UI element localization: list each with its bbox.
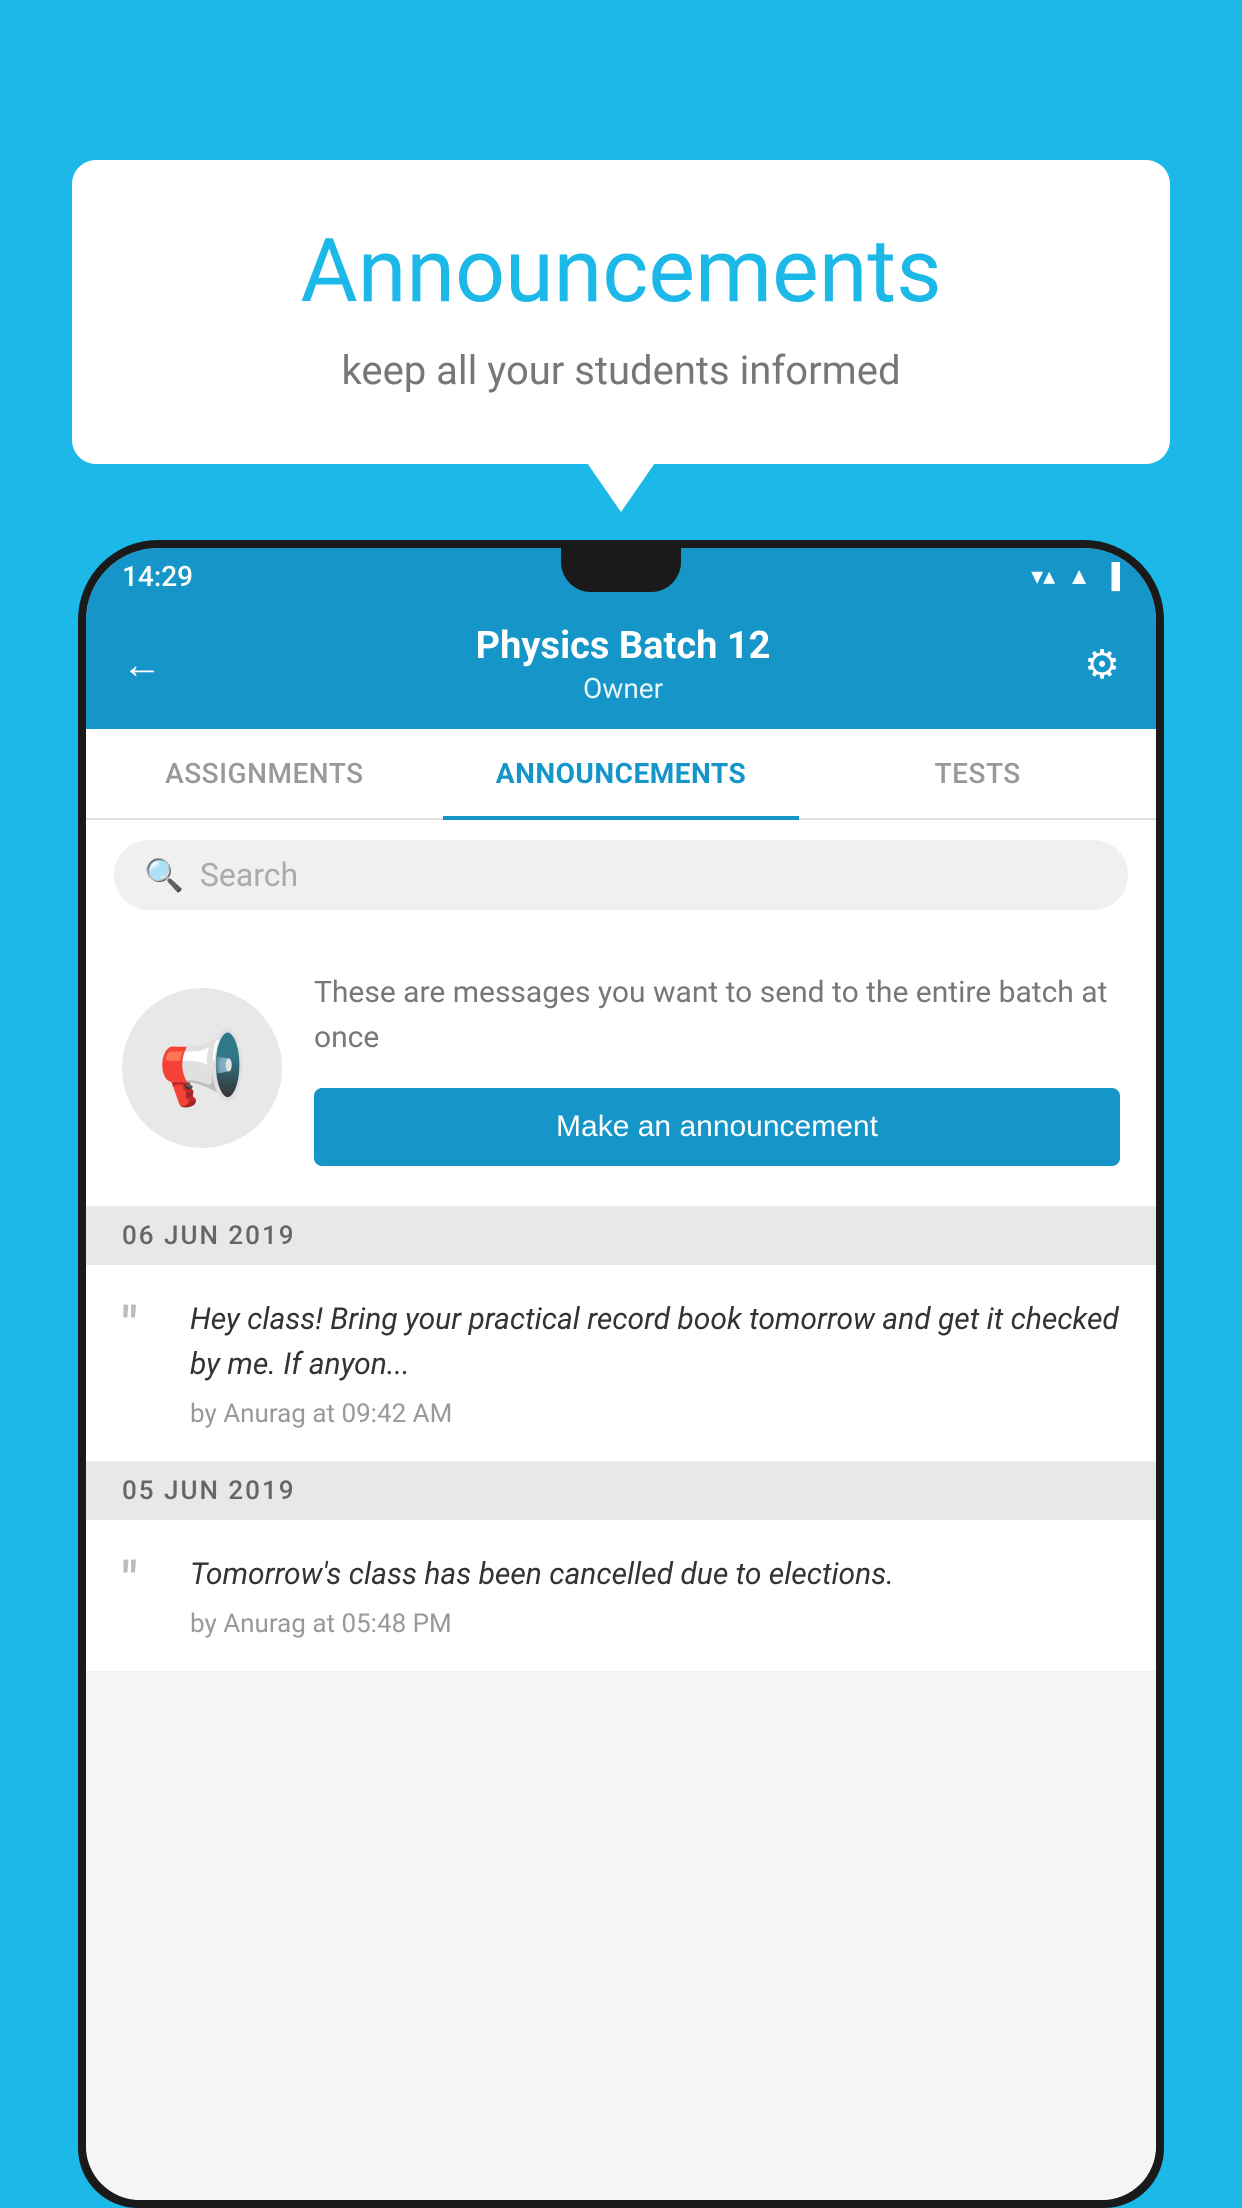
signal-icon: ▲ (1067, 562, 1091, 591)
tab-announcements[interactable]: ANNOUNCEMENTS (443, 729, 800, 818)
search-placeholder: Search (200, 856, 298, 894)
quote-icon-1: " (122, 1301, 162, 1349)
tab-assignments[interactable]: ASSIGNMENTS (86, 729, 443, 818)
megaphone-circle: 📢 (122, 988, 282, 1148)
speech-bubble: Announcements keep all your students inf… (72, 160, 1170, 464)
promo-description: These are messages you want to send to t… (314, 970, 1120, 1060)
date-separator-2: 05 JUN 2019 (86, 1462, 1156, 1520)
search-bar[interactable]: 🔍 Search (114, 840, 1128, 910)
back-button[interactable]: ← (122, 641, 162, 688)
phone-mockup: 14:29 ▾▴ ▲ ▐ ← Physics Batch 12 Owner ⚙ (78, 540, 1164, 2208)
announcement-content-1: Hey class! Bring your practical record b… (190, 1297, 1120, 1429)
header-title: Physics Batch 12 (476, 624, 771, 668)
header-subtitle: Owner (476, 672, 771, 705)
header-center: Physics Batch 12 Owner (476, 624, 771, 705)
announcement-meta-2: by Anurag at 05:48 PM (190, 1609, 1120, 1639)
announcement-text-2: Tomorrow's class has been cancelled due … (190, 1552, 1120, 1597)
announcement-meta-1: by Anurag at 09:42 AM (190, 1399, 1120, 1429)
date-separator-1: 06 JUN 2019 (86, 1207, 1156, 1265)
battery-icon: ▐ (1103, 562, 1120, 591)
announcement-text-1: Hey class! Bring your practical record b… (190, 1297, 1120, 1387)
status-bar: 14:29 ▾▴ ▲ ▐ (86, 548, 1156, 604)
status-icons: ▾▴ ▲ ▐ (1031, 562, 1120, 591)
tab-tests[interactable]: TESTS (799, 729, 1156, 818)
bubble-subtitle: keep all your students informed (152, 347, 1090, 394)
notch (561, 548, 681, 592)
phone-inner: 14:29 ▾▴ ▲ ▐ ← Physics Batch 12 Owner ⚙ (86, 548, 1156, 2200)
content-area: 🔍 Search 📢 These are messages you want t… (86, 820, 1156, 2200)
make-announcement-button[interactable]: Make an announcement (314, 1088, 1120, 1166)
wifi-icon: ▾▴ (1031, 562, 1055, 590)
settings-icon[interactable]: ⚙ (1084, 641, 1120, 688)
announcement-content-2: Tomorrow's class has been cancelled due … (190, 1552, 1120, 1639)
megaphone-icon: 📢 (157, 1026, 247, 1111)
search-icon: 🔍 (144, 856, 184, 894)
bubble-title: Announcements (152, 220, 1090, 323)
announcement-item-1[interactable]: " Hey class! Bring your practical record… (86, 1265, 1156, 1462)
speech-bubble-container: Announcements keep all your students inf… (72, 160, 1170, 464)
announcement-item-2[interactable]: " Tomorrow's class has been cancelled du… (86, 1520, 1156, 1672)
promo-right: These are messages you want to send to t… (314, 970, 1120, 1166)
promo-card: 📢 These are messages you want to send to… (86, 930, 1156, 1207)
status-time: 14:29 (122, 560, 193, 593)
search-container: 🔍 Search (86, 820, 1156, 930)
tabs-container: ASSIGNMENTS ANNOUNCEMENTS TESTS (86, 729, 1156, 820)
app-header: ← Physics Batch 12 Owner ⚙ (86, 604, 1156, 729)
phone-outer: 14:29 ▾▴ ▲ ▐ ← Physics Batch 12 Owner ⚙ (78, 540, 1164, 2208)
quote-icon-2: " (122, 1556, 162, 1604)
